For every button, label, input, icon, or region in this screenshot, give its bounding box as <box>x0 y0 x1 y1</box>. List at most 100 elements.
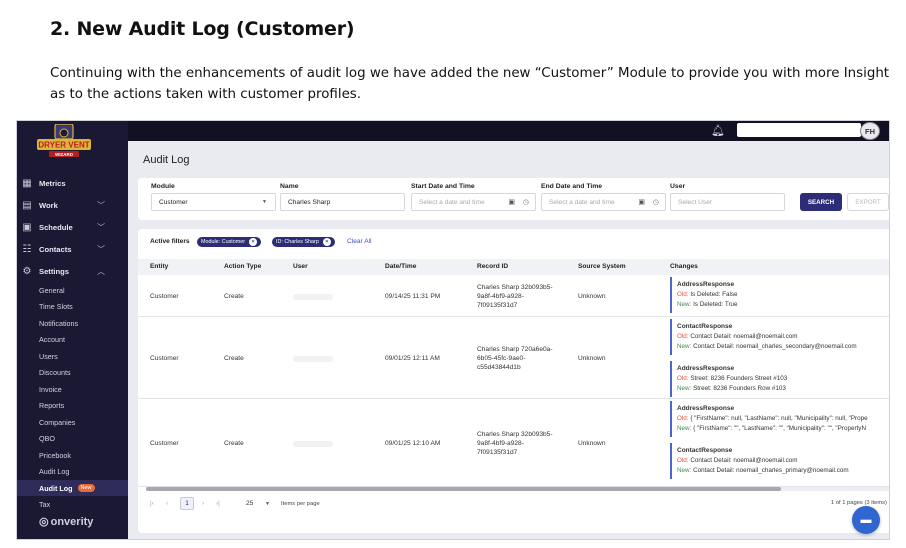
current-page-button[interactable]: 1 <box>180 497 194 510</box>
next-page-button[interactable]: › <box>202 500 204 507</box>
sidebar-subitem-notifications[interactable]: Notifications <box>17 315 128 331</box>
sidebar-subitem-audit-log[interactable]: Audit Log New <box>17 480 128 496</box>
column-header[interactable]: Date/Time <box>385 263 416 270</box>
chevron-up-icon[interactable]: ︿ <box>97 266 105 277</box>
page-title: Audit Log <box>143 154 190 166</box>
change-new-line: New: Is Deleted: True <box>677 300 889 310</box>
chevron-down-icon[interactable]: ﹀ <box>97 200 105 211</box>
user-label: User <box>670 183 686 190</box>
sidebar-item-work[interactable]: ▤ Work ﹀ <box>17 196 128 214</box>
old-value: Contact Detail: noemail@noemail.com <box>690 333 798 340</box>
sidebar-subitem-qbo[interactable]: QBO <box>17 431 128 447</box>
sidebar-subitem-label: Account <box>39 335 65 344</box>
sidebar-subitem-time-slots[interactable]: Time Slots <box>17 299 128 315</box>
column-header[interactable]: Changes <box>670 263 698 270</box>
name-value: Charles Sharp <box>288 198 331 206</box>
sidebar-item-metrics[interactable]: ▦ Metrics <box>17 174 128 192</box>
close-icon[interactable]: ✕ <box>249 238 258 246</box>
sidebar-subitem-general[interactable]: General <box>17 282 128 298</box>
new-value: Is Deleted: True <box>693 301 738 308</box>
filter-panel: Module Customer ▼ Name Charles Sharp Sta… <box>138 178 889 220</box>
clock-icon[interactable]: ◷ <box>653 198 659 206</box>
onverity-logo-icon: ◎ <box>39 516 49 528</box>
sidebar-subitem-pricebook[interactable]: Pricebook <box>17 447 128 463</box>
prev-page-button[interactable]: ‹ <box>166 500 168 507</box>
sidebar-subitem-reports[interactable]: Reports <box>17 398 128 414</box>
calendar-icon[interactable]: ▣ <box>508 198 515 206</box>
sidebar-subitem-companies[interactable]: Companies <box>17 414 128 430</box>
sidebar-subitem-tax[interactable]: Tax <box>17 497 128 513</box>
horizontal-scrollbar[interactable] <box>146 487 889 491</box>
column-header[interactable]: Source System <box>578 263 626 270</box>
end-date-field[interactable]: Select a date and time ▣ ◷ <box>541 193 666 211</box>
global-search-input[interactable] <box>737 123 861 137</box>
change-new-line: New: Street: 8236 Founders Row #103 <box>677 384 889 394</box>
record-id-line: 7f09135f31d7 <box>477 449 518 456</box>
export-button[interactable]: EXPORT <box>847 193 889 211</box>
change-entity: ContactResponse <box>677 447 733 454</box>
column-header[interactable]: Record ID <box>477 263 508 270</box>
dryer-vent-wizard-logo[interactable]: DRYER VENT WIZARD <box>35 124 93 164</box>
scrollbar-thumb[interactable] <box>146 487 781 491</box>
sidebar-subitem-invoice[interactable]: Invoice <box>17 381 128 397</box>
column-header[interactable]: User <box>293 263 308 270</box>
clear-all-link[interactable]: Clear All <box>347 238 372 245</box>
last-page-button[interactable]: ›| <box>216 500 220 507</box>
source-system-cell: Unknown <box>578 293 606 300</box>
table-row[interactable]: Customer Create 09/14/25 11:31 PM Charles S… <box>138 275 889 317</box>
new-value: Street: 8236 Founders Row #103 <box>693 385 786 392</box>
name-field[interactable]: Charles Sharp <box>280 193 405 211</box>
column-header[interactable]: Action Type <box>224 263 261 270</box>
datetime-cell: 09/01/25 12:10 AM <box>385 440 441 447</box>
sidebar-subitem-discounts[interactable]: Discounts <box>17 365 128 381</box>
table-row[interactable]: Customer Create 09/01/25 12:11 AM Charles S… <box>138 317 889 399</box>
sidebar-subitem-label: Reports <box>39 401 65 410</box>
sidebar-subitem-users[interactable]: Users <box>17 348 128 364</box>
datetime-cell: 09/14/25 11:31 PM <box>385 293 441 300</box>
close-icon[interactable]: ✕ <box>322 238 331 246</box>
page-size-select[interactable]: 25 ▼ <box>238 497 274 510</box>
change-entity: ContactResponse <box>677 323 733 330</box>
chip-label: Module: Customer <box>201 239 246 245</box>
user-select[interactable]: Select User <box>670 193 785 211</box>
sidebar-item-contacts[interactable]: ☷ Contacts ﹀ <box>17 240 128 258</box>
sidebar-item-schedule[interactable]: ▣ Schedule ﹀ <box>17 218 128 236</box>
chevron-down-icon[interactable]: ﹀ <box>97 222 105 233</box>
module-label: Module <box>151 183 175 190</box>
new-tag: New: <box>677 467 692 474</box>
pagination: |‹ ‹ 1 › ›| 25 ▼ Items per page 1 of 1 p… <box>138 495 889 515</box>
sidebar-subitem-account[interactable]: Account <box>17 332 128 348</box>
change-old-line: Old: Contact Detail: noemail@noemail.com <box>677 332 889 342</box>
new-badge: New <box>77 484 95 492</box>
filter-chip-module[interactable]: Module: Customer ✕ <box>197 237 262 247</box>
svg-text:DRYER VENT: DRYER VENT <box>38 141 89 150</box>
sidebar-subitem-label: Notifications <box>39 318 79 328</box>
change-entry: AddressResponse Old: Is Deleted: False New… <box>670 277 889 313</box>
sidebar-subitem-label: Audit Log <box>39 483 73 493</box>
sidebar-subitem-audit-log[interactable]: Audit Log <box>17 464 128 480</box>
module-select[interactable]: Customer ▼ <box>151 193 276 211</box>
calendar-icon[interactable]: ▣ <box>638 198 645 206</box>
chat-icon[interactable]: ▬ <box>852 506 880 534</box>
change-entry: ContactResponse Old: Contact Detail: noem… <box>670 443 889 479</box>
table-row[interactable]: Customer Create 09/01/25 12:10 AM Charles S… <box>138 399 889 487</box>
change-old-line: Old: Contact Detail: noemail@noemail.com <box>677 456 889 466</box>
action-type-cell: Create <box>224 355 244 362</box>
start-date-field[interactable]: Select a date and time ▣ ◷ <box>411 193 536 211</box>
sidebar-subitem-label: Audit Log <box>39 467 70 476</box>
filter-chip-id[interactable]: ID: Charles Sharp ✕ <box>272 237 335 247</box>
record-id-line: c55d43844d1b <box>477 364 521 371</box>
sidebar-item-settings[interactable]: ⚙ Settings ︿ <box>17 262 128 280</box>
first-page-button[interactable]: |‹ <box>150 500 154 507</box>
search-button[interactable]: SEARCH <box>800 193 842 211</box>
bell-icon[interactable]: 🔔︎ <box>711 124 725 137</box>
sidebar-subitem-label: General <box>39 285 65 295</box>
user-placeholder: Select User <box>678 198 713 206</box>
column-header[interactable]: Entity <box>150 263 168 270</box>
table-header: Entity Action Type User Date/Time Record… <box>138 259 889 275</box>
avatar[interactable]: FH <box>860 122 880 140</box>
datetime-cell: 09/01/25 12:11 AM <box>385 355 440 362</box>
clock-icon[interactable]: ◷ <box>523 198 529 206</box>
chevron-down-icon[interactable]: ﹀ <box>97 244 105 255</box>
end-date-label: End Date and Time <box>541 183 603 190</box>
